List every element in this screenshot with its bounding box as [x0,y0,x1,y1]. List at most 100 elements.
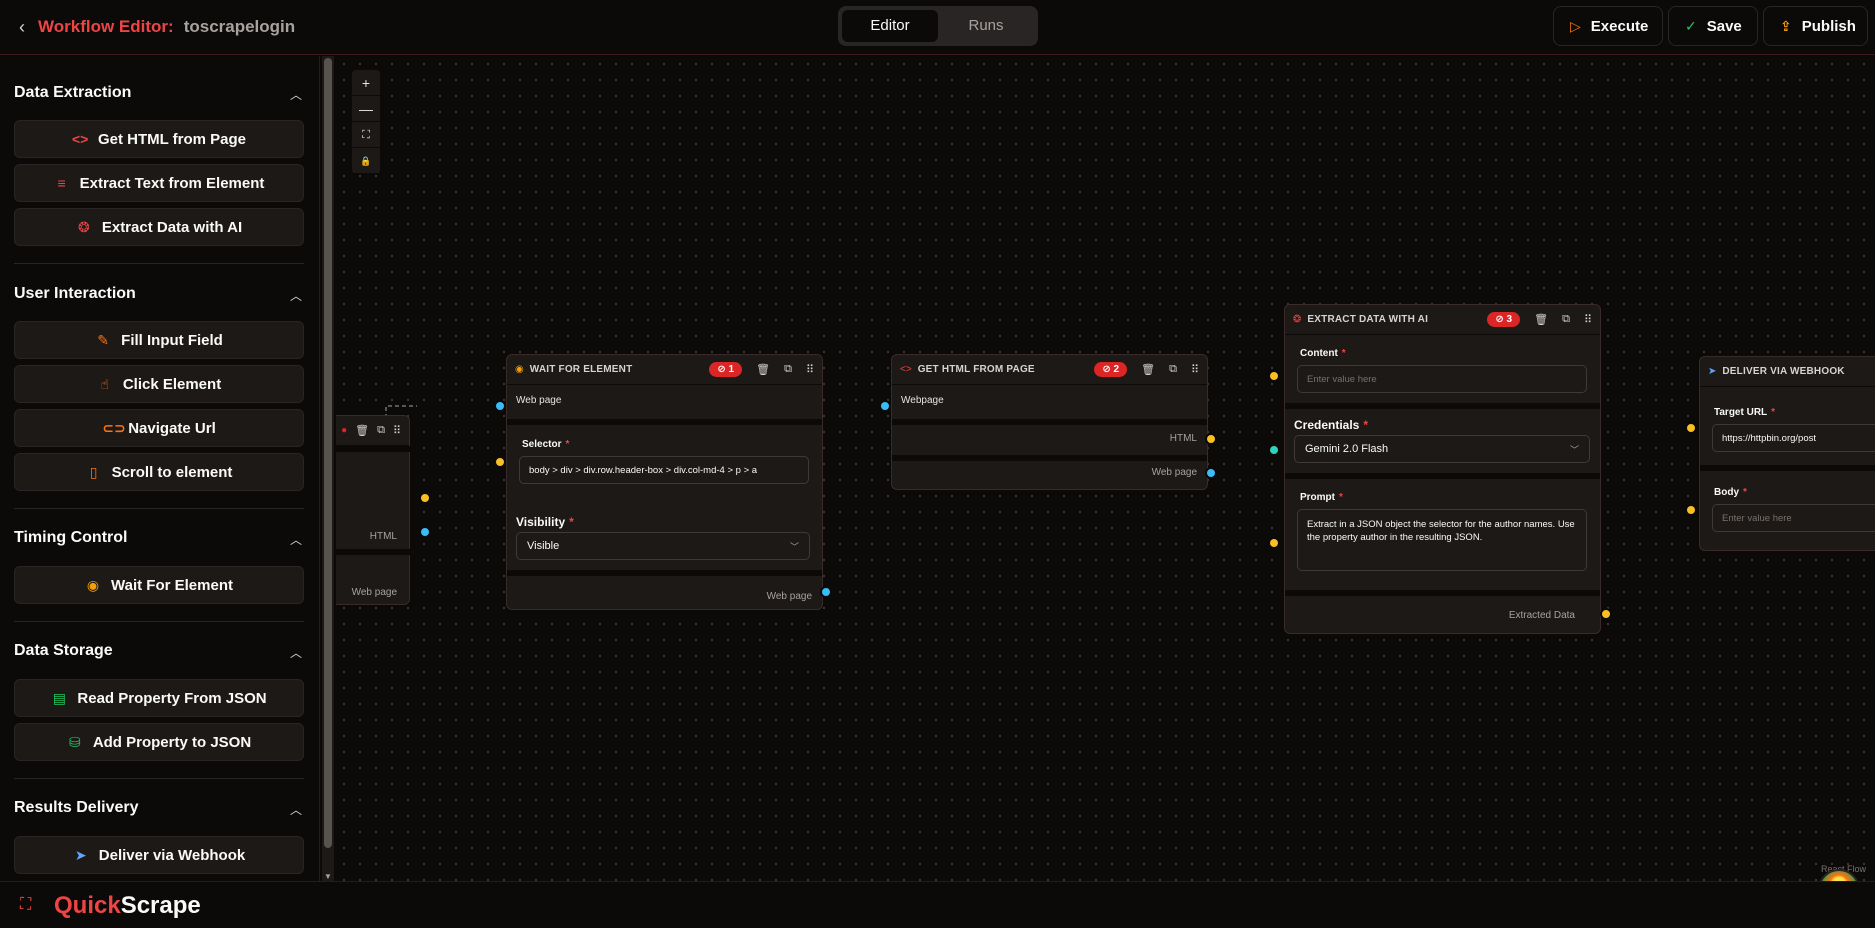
handle-out-html[interactable] [419,492,431,504]
node-extract-ai[interactable]: ❂ EXTRACT DATA WITH AI ⊘ 3 🗑 ⧉ ⠿ Content… [1284,304,1601,634]
mouse-icon: ▯ [89,463,98,480]
content-input[interactable]: Enter value here [1297,365,1587,393]
output-webpage: Web page [351,587,397,598]
prompt-label: Prompt * [1300,492,1343,503]
target-url-input[interactable]: https://httpbin.org/post [1712,424,1875,452]
node-title: EXTRACT DATA WITH AI [1307,314,1429,325]
chevron-up-icon[interactable]: ︿ [290,644,302,661]
section-divider [14,621,304,622]
selector-input[interactable]: body > div > div.row.header-box > div.co… [519,456,809,484]
prompt-textarea[interactable]: Extract in a JSON object the selector fo… [1297,509,1587,571]
zoom-out-button[interactable]: — [352,96,380,122]
task-get-html[interactable]: <> Get HTML from Page [14,120,304,158]
node-wait-for-element[interactable]: ◉ WAIT FOR ELEMENT ⊘ 1 🗑 ⧉ ⠿ Web page Se… [506,354,823,610]
node-partial[interactable]: ● 🗑 ⧉ ⠿ HTML Web page [336,415,410,605]
visibility-select[interactable]: Visible ﹀ [516,532,810,560]
handle-out-html[interactable] [1205,433,1217,445]
output-webpage: Web page [1151,467,1197,478]
brain-icon: ❂ [1293,314,1302,325]
scrollbar-thumb[interactable] [324,58,332,848]
grip-icon[interactable]: ⠿ [806,363,814,376]
task-read-json[interactable]: ▤ Read Property From JSON [14,679,304,717]
task-add-json[interactable]: ⛁ Add Property to JSON [14,723,304,761]
handle-out-webpage[interactable] [419,526,431,538]
content-label: Content * [1300,348,1346,359]
sidebar-scrollbar[interactable]: ▲ ▼ [322,56,334,881]
grip-icon[interactable]: ⠿ [1584,313,1592,326]
eye-icon: ◉ [86,576,100,593]
body-input[interactable]: Enter value here [1712,504,1875,532]
fit-view-button[interactable]: ⛶ [352,122,380,148]
handle-out-webpage[interactable] [820,586,832,598]
task-wait-element[interactable]: ◉ Wait For Element [14,566,304,604]
copy-icon[interactable]: ⧉ [377,424,385,437]
task-deliver-webhook[interactable]: ➤ Deliver via Webhook [14,836,304,874]
handle-in-content[interactable] [1268,370,1280,382]
execute-button[interactable]: ▷ Execute [1553,6,1663,46]
handle-in-credentials[interactable] [1268,444,1280,456]
credentials-select[interactable]: Gemini 2.0 Flash ﹀ [1294,435,1590,463]
page-title: Workflow Editor: toscrapelogin [38,17,295,37]
brand-logo[interactable]: QuickScrape [54,892,201,920]
code-icon: <> [900,364,912,375]
chevron-down-icon: ﹀ [789,541,799,552]
copy-icon[interactable]: ⧉ [1562,313,1570,326]
zoom-in-button[interactable]: + [352,70,380,96]
tab-editor[interactable]: Editor [842,10,938,42]
send-icon: ➤ [1708,366,1717,377]
publish-button[interactable]: ⇪ Publish [1763,6,1868,46]
task-fill-input[interactable]: ✎ Fill Input Field [14,321,304,359]
chevron-up-icon[interactable]: ︿ [290,86,302,103]
trash-icon[interactable]: 🗑 [1534,313,1548,326]
scroll-down-icon[interactable]: ▼ [322,872,334,881]
section-divider [14,263,304,264]
task-label: Add Property to JSON [92,733,252,751]
handle-out-webpage[interactable] [1205,467,1217,479]
handle-in-prompt[interactable] [1268,537,1280,549]
handle-in-body[interactable] [1685,504,1697,516]
task-extract-text[interactable]: ≡ Extract Text from Element [14,164,304,202]
handle-in-target-url[interactable] [1685,422,1697,434]
task-scroll[interactable]: ▯ Scroll to element [14,453,304,491]
task-label: Extract Text from Element [79,174,265,192]
target-url-label-text: Target URL [1714,407,1768,418]
trash-icon[interactable]: 🗑 [756,363,770,376]
task-label: Scroll to element [111,463,233,481]
node-get-html[interactable]: <> GET HTML FROM PAGE ⊘ 2 🗑 ⧉ ⠿ Webpage … [891,354,1208,490]
copy-icon[interactable]: ⧉ [784,363,792,376]
trash-icon[interactable]: 🗑 [1141,363,1155,376]
trash-icon[interactable]: 🗑 [355,424,369,437]
output-html: HTML [1169,433,1197,444]
chevron-up-icon[interactable]: ︿ [290,287,302,304]
task-extract-ai[interactable]: ❂ Extract Data with AI [14,208,304,246]
grip-icon[interactable]: ⠿ [393,424,401,437]
chevron-up-icon[interactable]: ︿ [290,801,302,818]
task-label: Wait For Element [111,576,233,594]
grip-icon[interactable]: ⠿ [1191,363,1199,376]
copy-icon[interactable]: ⧉ [1169,363,1177,376]
node-deliver-webhook[interactable]: ➤ DELIVER VIA WEBHOOK Target URL * https:… [1699,356,1875,551]
handle-out-extracted-data[interactable] [1600,608,1612,620]
node-title: DELIVER VIA WEBHOOK [1722,366,1845,377]
chevron-up-icon[interactable]: ︿ [290,531,302,548]
save-button[interactable]: ✓ Save [1668,6,1758,46]
view-tabs: Editor Runs [838,6,1038,46]
workflow-canvas[interactable]: X X X X + — ⛶ 🔒 ● 🗑 ⧉ ⠿ HTML Web page ◉ … [336,56,1875,881]
tab-runs[interactable]: Runs [938,10,1034,42]
lock-button[interactable]: 🔒 [352,148,380,174]
handle-in-selector[interactable] [494,456,506,468]
back-button[interactable]: ‹ [12,16,32,38]
scan-icon: ⛶ [20,896,32,913]
task-click-element[interactable]: ☝ Click Element [14,365,304,403]
output-extracted-data: Extracted Data [1508,610,1575,621]
handle-in-webpage[interactable] [494,400,506,412]
code-icon: <> [71,131,89,147]
task-navigate-url[interactable]: ⊂⊃ Navigate Url [14,409,304,447]
chevron-down-icon: ﹀ [1569,444,1579,455]
publish-label: Publish [1801,17,1856,35]
section-title-results: Results Delivery [14,799,139,816]
selector-label: Selector * [522,439,570,450]
eye-icon: ◉ [515,364,524,375]
handle-in-webpage[interactable] [879,400,891,412]
output-webpage: Web page [766,591,812,602]
